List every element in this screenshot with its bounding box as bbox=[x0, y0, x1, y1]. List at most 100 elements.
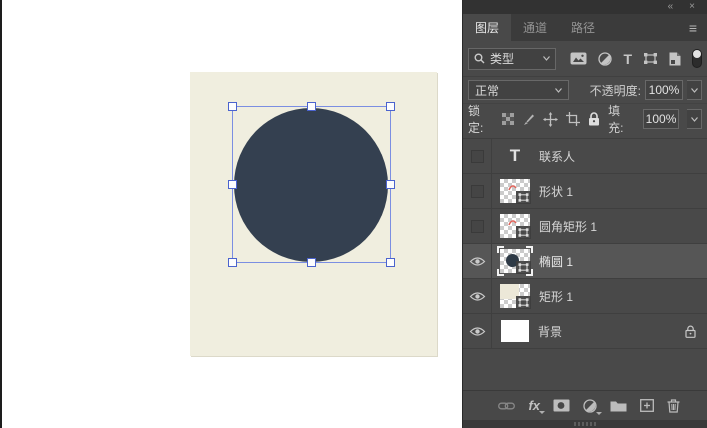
selection-handle-bottom-right[interactable] bbox=[386, 258, 395, 267]
opacity-value: 100% bbox=[648, 83, 680, 97]
layer-list: T 联系人 形状 1 圆角矩形 1 椭圆 1 矩形 1 背景 bbox=[463, 138, 707, 349]
window-left-edge bbox=[0, 0, 2, 428]
tab-channels[interactable]: 通道 bbox=[511, 14, 559, 41]
shape-layer-thumbnail[interactable] bbox=[500, 179, 531, 204]
smart-object-filter-icon[interactable] bbox=[669, 52, 681, 66]
blend-mode-row: 正常 不透明度: 100% bbox=[463, 77, 707, 104]
layers-panel: « × 图层 通道 路径 ≡ 类型 T 正常 不透明度: 100% 锁定: 填充… bbox=[462, 0, 707, 428]
fill-input[interactable]: 100% bbox=[642, 109, 680, 129]
visibility-toggle[interactable] bbox=[463, 209, 492, 243]
visibility-toggle[interactable] bbox=[463, 279, 492, 313]
layer-lock-icon bbox=[685, 325, 696, 338]
opacity-input[interactable]: 100% bbox=[645, 80, 683, 100]
selection-handle-bottom-left[interactable] bbox=[228, 258, 237, 267]
photoshop-workspace: « × 图层 通道 路径 ≡ 类型 T 正常 不透明度: 100% 锁定: 填充… bbox=[0, 0, 707, 428]
selection-handle-middle-left[interactable] bbox=[228, 179, 237, 189]
lock-options-row: 锁定: 填充: 100% bbox=[463, 104, 707, 135]
add-layer-mask-button[interactable] bbox=[553, 399, 570, 412]
fill-dropdown-button[interactable] bbox=[687, 109, 703, 129]
pixel-layer-filter-icon[interactable] bbox=[570, 52, 587, 65]
selection-handle-middle-right[interactable] bbox=[386, 179, 395, 189]
tab-paths[interactable]: 路径 bbox=[559, 14, 607, 41]
panel-menu-icon[interactable]: ≡ bbox=[689, 14, 707, 41]
shape-badge-icon bbox=[516, 191, 531, 204]
visibility-toggle[interactable] bbox=[463, 139, 492, 173]
layer-name: 联系人 bbox=[539, 149, 576, 164]
shape-layer-thumbnail[interactable] bbox=[500, 214, 531, 239]
new-layer-button[interactable] bbox=[640, 399, 654, 412]
shape-layer-thumbnail[interactable] bbox=[500, 284, 531, 309]
eye-icon bbox=[469, 256, 485, 266]
panel-resize-grip[interactable] bbox=[574, 422, 596, 426]
text-layer-thumbnail[interactable]: T bbox=[500, 144, 530, 168]
layers-panel-footer: fx bbox=[463, 390, 707, 420]
adjustment-layer-filter-icon[interactable] bbox=[598, 51, 613, 66]
panel-tabs: 图层 通道 路径 ≡ bbox=[463, 14, 707, 41]
shape-badge-icon bbox=[516, 226, 531, 239]
chevron-down-icon bbox=[690, 87, 698, 93]
delete-layer-button[interactable] bbox=[667, 398, 680, 413]
lock-position-move-icon[interactable] bbox=[543, 111, 559, 127]
eye-icon bbox=[469, 326, 485, 336]
blend-mode-value: 正常 bbox=[475, 83, 500, 98]
background-layer-thumbnail[interactable] bbox=[501, 320, 529, 342]
lock-pixels-brush-icon[interactable] bbox=[522, 113, 535, 126]
layer-row-beijing[interactable]: 背景 bbox=[463, 314, 707, 349]
lock-transparency-icon[interactable] bbox=[502, 113, 515, 125]
eye-hidden-box bbox=[470, 149, 484, 163]
eye-icon bbox=[469, 291, 485, 301]
lock-artboard-nesting-icon[interactable] bbox=[566, 112, 581, 126]
link-layers-button[interactable] bbox=[498, 401, 516, 411]
tab-layers[interactable]: 图层 bbox=[463, 14, 512, 41]
eye-hidden-box bbox=[470, 219, 484, 233]
type-layer-filter-icon[interactable]: T bbox=[623, 52, 632, 66]
transform-selection-box bbox=[228, 102, 395, 267]
link-icon bbox=[498, 402, 516, 409]
visibility-toggle[interactable] bbox=[463, 244, 492, 278]
tab-layers-label: 图层 bbox=[475, 21, 500, 35]
shape-layer-thumbnail[interactable] bbox=[497, 246, 533, 276]
selection-handle-top-left[interactable] bbox=[228, 102, 237, 111]
tab-paths-label: 路径 bbox=[571, 21, 596, 35]
thumbnail-selected-corner bbox=[526, 246, 533, 253]
layer-filter-row: 类型 T bbox=[463, 41, 707, 77]
layer-row-lianxiren[interactable]: T 联系人 bbox=[463, 139, 707, 174]
new-group-button[interactable] bbox=[610, 400, 627, 412]
panel-bottom-strip bbox=[463, 420, 707, 428]
blend-mode-select[interactable]: 正常 bbox=[468, 80, 569, 100]
new-adjustment-layer-button[interactable] bbox=[583, 398, 602, 415]
fx-dropdown-caret-icon bbox=[539, 411, 545, 414]
thumbnail-selected-corner bbox=[526, 269, 533, 276]
filter-kind-select[interactable]: 类型 bbox=[468, 47, 557, 70]
chevron-down-icon bbox=[690, 116, 698, 122]
selection-handle-top-right[interactable] bbox=[386, 102, 395, 111]
layer-row-xingzhuang-1[interactable]: 形状 1 bbox=[463, 174, 707, 209]
layer-row-yuanjiaojuxing-1[interactable]: 圆角矩形 1 bbox=[463, 209, 707, 244]
chevron-down-icon bbox=[543, 56, 551, 61]
lock-label: 锁定: bbox=[468, 104, 484, 135]
layer-row-tuoyuan-1[interactable]: 椭圆 1 bbox=[463, 244, 707, 279]
tab-channels-label: 通道 bbox=[523, 21, 548, 35]
document-canvas[interactable] bbox=[190, 72, 437, 356]
lock-all-icon[interactable] bbox=[588, 112, 600, 126]
shape-badge-icon bbox=[516, 296, 531, 309]
trash-icon bbox=[667, 398, 680, 413]
visibility-toggle[interactable] bbox=[463, 314, 492, 348]
layer-row-juxing-1[interactable]: 矩形 1 bbox=[463, 279, 707, 314]
adjustment-dropdown-caret-icon bbox=[596, 411, 602, 415]
selection-handle-bottom-center[interactable] bbox=[306, 258, 316, 267]
eye-hidden-box bbox=[470, 184, 484, 198]
opacity-label: 不透明度: bbox=[589, 83, 641, 98]
layer-style-button[interactable]: fx bbox=[528, 399, 545, 414]
layer-name: 背景 bbox=[538, 324, 563, 339]
selection-handle-top-center[interactable] bbox=[306, 102, 316, 111]
layer-name: 形状 1 bbox=[539, 184, 574, 199]
collapse-panel-icon[interactable]: « bbox=[668, 2, 674, 12]
filter-on-off-toggle[interactable] bbox=[692, 49, 702, 68]
close-panel-icon[interactable]: × bbox=[689, 2, 695, 12]
shape-layer-filter-icon[interactable] bbox=[643, 52, 658, 65]
visibility-toggle[interactable] bbox=[463, 174, 492, 208]
thumbnail-selected-corner bbox=[497, 269, 504, 276]
opacity-dropdown-button[interactable] bbox=[687, 80, 702, 100]
filter-kind-label: 类型 bbox=[490, 52, 515, 66]
